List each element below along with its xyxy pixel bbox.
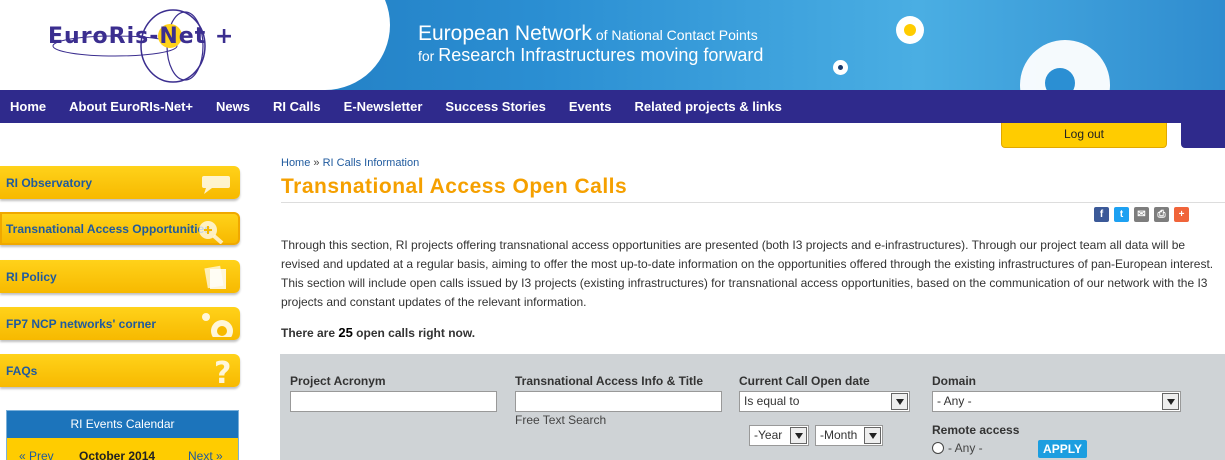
sidebar-item-label: RI Policy (6, 270, 57, 284)
chevron-down-icon (891, 393, 908, 410)
open-date-label: Current Call Open date (739, 374, 870, 388)
chevron-down-icon (790, 427, 807, 444)
count-prefix: There are (281, 326, 339, 340)
ta-info-input[interactable] (515, 391, 722, 412)
tagline-line-2-main: Research Infrastructures moving forward (438, 45, 764, 65)
plus-icon[interactable]: + (1174, 207, 1189, 222)
breadcrumb-home[interactable]: Home (281, 157, 310, 169)
nav-item-e-newsletter[interactable]: E-Newsletter (344, 99, 423, 114)
print-icon[interactable]: ⎙ (1154, 207, 1169, 222)
calendar-prev-link[interactable]: « Prev (19, 449, 54, 460)
tagline-line-2: for Research Infrastructures moving forw… (418, 45, 763, 66)
sidebar-item-label: Transnational Access Opportunities (6, 222, 211, 236)
tagline-line-1: European Network of National Contact Poi… (418, 22, 758, 46)
sidebar-item-label: FP7 NCP networks' corner (6, 317, 157, 331)
email-icon[interactable]: ✉ (1134, 207, 1149, 222)
site-header: EuroRis-Net + European Network of Nation… (0, 0, 1225, 90)
ta-info-hint: Free Text Search (515, 413, 607, 427)
nav-item-ri-calls[interactable]: RI Calls (273, 99, 321, 114)
sidebar-item-label: FAQs (6, 364, 38, 378)
domain-select[interactable]: - Any - (932, 391, 1181, 412)
year-select[interactable]: -Year (749, 425, 809, 446)
logo-text: EuroRis-Net + (48, 24, 235, 49)
calendar-nav: « Prev October 2014 Next » (7, 438, 238, 460)
calendar-title: RI Events Calendar (7, 411, 238, 438)
decor-circle-large-inner (1045, 68, 1075, 90)
facebook-icon[interactable]: f (1094, 207, 1109, 222)
tagline-line-2-prefix: for (418, 48, 439, 64)
events-calendar: RI Events Calendar « Prev October 2014 N… (6, 410, 239, 460)
domain-label: Domain (932, 374, 977, 388)
page: EuroRis-Net + European Network of Nation… (0, 0, 1225, 460)
title-divider (281, 202, 1225, 203)
circle-icon (202, 313, 233, 337)
count-value: 25 (338, 325, 353, 340)
nav-item-success-stories[interactable]: Success Stories (445, 99, 545, 114)
calendar-month: October 2014 (79, 449, 156, 460)
open-date-operator-value: Is equal to (744, 394, 800, 408)
decor-circle-small-inner (838, 65, 843, 70)
chevron-down-icon (1162, 393, 1179, 410)
svg-text:?: ? (214, 358, 231, 384)
remote-access-option: - Any - (948, 441, 983, 455)
project-acronym-input[interactable] (290, 391, 497, 412)
decor-circle-medium-inner (904, 24, 916, 36)
tagline-line-1-main: European Network (418, 22, 592, 45)
count-suffix: open calls right now. (352, 326, 476, 340)
magnifier-plus-icon (199, 221, 224, 244)
month-select[interactable]: -Month (815, 425, 883, 446)
apply-button[interactable]: APPLY (1038, 440, 1087, 458)
page-title: Transnational Access Open Calls (281, 175, 628, 198)
remote-access-radio[interactable] (932, 442, 944, 454)
sidebar-item-transnational-access[interactable]: Transnational Access Opportunities (0, 212, 240, 245)
nav-item-about[interactable]: About EuroRIs-Net+ (69, 99, 193, 114)
nav-item-related-projects[interactable]: Related projects & links (635, 99, 782, 114)
open-date-operator-select[interactable]: Is equal to (739, 391, 910, 412)
breadcrumb-current[interactable]: RI Calls Information (323, 157, 420, 169)
speech-bubbles-icon (202, 176, 230, 194)
ta-info-label: Transnational Access Info & Title (515, 374, 704, 388)
user-tab[interactable] (1181, 123, 1225, 148)
nav-item-events[interactable]: Events (569, 99, 612, 114)
remote-access-label: Remote access (932, 423, 1020, 437)
sidebar-item-fp7-ncp[interactable]: FP7 NCP networks' corner (0, 307, 240, 340)
main-nav: Home About EuroRIs-Net+ News RI Calls E-… (0, 90, 1225, 123)
logout-button[interactable]: Log out (1001, 123, 1167, 148)
twitter-icon[interactable]: t (1114, 207, 1129, 222)
domain-value: - Any - (937, 394, 972, 408)
sidebar-item-ri-policy[interactable]: RI Policy (0, 260, 240, 293)
month-value: -Month (820, 428, 858, 442)
year-value: -Year (754, 428, 783, 442)
breadcrumb-separator: » (313, 157, 320, 169)
sidebar-item-ri-observatory[interactable]: RI Observatory (0, 166, 240, 199)
nav-item-home[interactable]: Home (10, 99, 46, 114)
project-acronym-label: Project Acronym (290, 374, 386, 388)
open-calls-count: There are 25 open calls right now. (281, 325, 475, 340)
question-mark-icon: ? (214, 358, 231, 384)
sidebar-item-faqs[interactable]: FAQs ? (0, 354, 240, 387)
chevron-down-icon (864, 427, 881, 444)
calendar-next-link[interactable]: Next » (188, 449, 223, 460)
nav-item-news[interactable]: News (216, 99, 250, 114)
search-filter-form: Project Acronym Transnational Access Inf… (280, 354, 1225, 460)
intro-paragraph: Through this section, RI projects offeri… (281, 238, 1214, 309)
breadcrumb: Home » RI Calls Information (281, 157, 419, 169)
tagline-line-1-rest: of National Contact Points (591, 27, 758, 43)
sidebar-item-label: RI Observatory (6, 176, 93, 190)
documents-icon (204, 265, 226, 289)
